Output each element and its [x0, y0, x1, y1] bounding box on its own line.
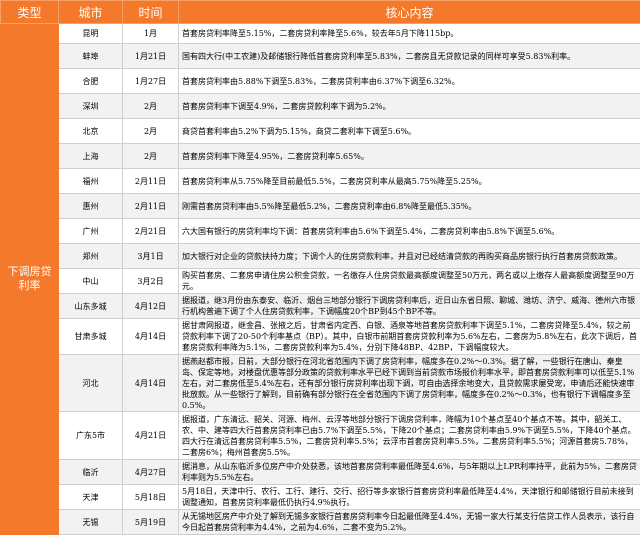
city-cell: 郑州 [59, 244, 123, 269]
content-cell: 5月18日，天津中行、农行、工行、建行、交行、招行等多家银行首套房贷利率最低降至… [179, 485, 640, 510]
content-cell: 据报道，继3月份由东泰安、临沂、烟台三地部分银行下调房贷利率后，近日山东省日照、… [179, 294, 640, 319]
time-cell: 5月18日 [123, 485, 179, 510]
content-cell: 刚需首套房贷利率由5.5%降至最低5.2%，二套房贷利率由6.8%降至最低5.3… [179, 194, 640, 219]
time-cell: 2月 [123, 119, 179, 144]
city-cell: 山东多城 [59, 294, 123, 319]
time-cell: 4月12日 [123, 294, 179, 319]
time-cell: 4月21日 [123, 412, 179, 460]
time-cell: 2月11日 [123, 169, 179, 194]
time-cell: 2月 [123, 144, 179, 169]
content-cell: 首套房贷利率从5.75%降至目前最低5.5%，二套房贷利率从最高5.75%降至5… [179, 169, 640, 194]
header-type: 类型 [1, 1, 59, 24]
city-cell: 广东5市 [59, 412, 123, 460]
city-cell: 广州 [59, 219, 123, 244]
table-row: 深圳 2月 首套房贷利率下调至4.9%，二套房贷款利率下调为5.2%。 [1, 94, 640, 119]
table-body: 下调房贷利率 昆明 1月 首套房贷利率降至5.15%，二套房贷利率降至5.6%，… [1, 24, 640, 535]
table-row: 下调房贷利率 昆明 1月 首套房贷利率降至5.15%，二套房贷利率降至5.6%，… [1, 24, 640, 44]
content-cell: 据消息，从山东临沂多位房产中介处获悉，该地首套房贷利率最低降至4.6%，与5年期… [179, 460, 640, 485]
content-cell: 商贷首套利率由5.2%下调为5.15%，商贷二套利率下调至5.6%。 [179, 119, 640, 144]
content-cell: 据甘肃网报道，继金昌、张掖之后，甘肃省内定西、白银、酒泉等地首套房贷款利率下调至… [179, 319, 640, 355]
city-cell: 河北 [59, 355, 123, 412]
city-cell: 甘肃多城 [59, 319, 123, 355]
table-row: 合肥 1月27日 首套房贷利率由5.88%下调至5.83%，二套房贷利率由6.3… [1, 69, 640, 94]
table-row: 北京 2月 商贷首套利率由5.2%下调为5.15%，商贷二套利率下调至5.6%。 [1, 119, 640, 144]
city-cell: 合肥 [59, 69, 123, 94]
city-cell: 昆明 [59, 24, 123, 44]
content-cell: 首套房贷利率下调至4.9%，二套房贷款利率下调为5.2%。 [179, 94, 640, 119]
city-cell: 临沂 [59, 460, 123, 485]
time-cell: 1月21日 [123, 44, 179, 69]
city-cell: 无锡 [59, 510, 123, 535]
content-cell: 从无锡地区房产中介处了解到无锡多家银行首套房贷利率今日起最低降至4.4%，无锡一… [179, 510, 640, 535]
city-cell: 上海 [59, 144, 123, 169]
table-row: 郑州 3月1日 加大银行对企业的贷款扶持力度；下调个人的住房贷款利率，并且对已经… [1, 244, 640, 269]
table-row: 广州 2月21日 六大国有银行的房贷利率均下调：首套房贷利率由5.6%下调至5.… [1, 219, 640, 244]
content-cell: 据报道，广东清远、韶关、河源、梅州、云浮等地部分银行下调房贷利率，降幅为10个基… [179, 412, 640, 460]
time-cell: 2月 [123, 94, 179, 119]
content-cell: 六大国有银行的房贷利率均下调：首套房贷利率由5.6%下调至5.4%，二套房贷利率… [179, 219, 640, 244]
table-row: 无锡 5月19日 从无锡地区房产中介处了解到无锡多家银行首套房贷利率今日起最低降… [1, 510, 640, 535]
table-row: 甘肃多城 4月14日 据甘肃网报道，继金昌、张掖之后，甘肃省内定西、白银、酒泉等… [1, 319, 640, 355]
table-row: 惠州 2月11日 刚需首套房贷利率由5.5%降至最低5.2%，二套房贷利率由6.… [1, 194, 640, 219]
header-content: 核心内容 [179, 1, 640, 24]
time-cell: 5月19日 [123, 510, 179, 535]
mortgage-rate-table: 类型 城市 时间 核心内容 下调房贷利率 昆明 1月 首套房贷利率降至5.15%… [0, 0, 640, 535]
content-cell: 购买首套房、二套房申请住房公积金贷款，一名缴存人住房贷款最高额度调整至50万元，… [179, 269, 640, 294]
table-row: 山东多城 4月12日 据报道，继3月份由东泰安、临沂、烟台三地部分银行下调房贷利… [1, 294, 640, 319]
content-cell: 首套房贷利率由5.88%下调至5.83%，二套房贷利率由6.37%下调至6.32… [179, 69, 640, 94]
city-cell: 福州 [59, 169, 123, 194]
table-row: 河北 4月14日 据燕赵都市报，日前，大部分银行在河北省范围内下调了房贷利率，幅… [1, 355, 640, 412]
time-cell: 1月27日 [123, 69, 179, 94]
content-cell: 首套房贷利率降至5.15%，二套房贷利率降至5.6%，较去年5月下降115bp。 [179, 24, 640, 44]
city-cell: 北京 [59, 119, 123, 144]
table-row: 临沂 4月27日 据消息，从山东临沂多位房产中介处获悉，该地首套房贷利率最低降至… [1, 460, 640, 485]
city-cell: 惠州 [59, 194, 123, 219]
time-cell: 4月27日 [123, 460, 179, 485]
table-row: 蚌埠 1月21日 国有四大行(中工农建)及邮储银行降低首套房贷利率至5.83%，… [1, 44, 640, 69]
time-cell: 3月2日 [123, 269, 179, 294]
time-cell: 2月21日 [123, 219, 179, 244]
table-row: 福州 2月11日 首套房贷利率从5.75%降至目前最低5.5%，二套房贷利率从最… [1, 169, 640, 194]
city-cell: 深圳 [59, 94, 123, 119]
header-time: 时间 [123, 1, 179, 24]
city-cell: 蚌埠 [59, 44, 123, 69]
time-cell: 4月14日 [123, 319, 179, 355]
header-city: 城市 [59, 1, 123, 24]
content-cell: 国有四大行(中工农建)及邮储银行降低首套房贷利率至5.83%，二套房且无贷款记录… [179, 44, 640, 69]
city-cell: 天津 [59, 485, 123, 510]
table-header-row: 类型 城市 时间 核心内容 [1, 1, 640, 24]
time-cell: 2月11日 [123, 194, 179, 219]
content-cell: 加大银行对企业的贷款扶持力度；下调个人的住房贷款利率，并且对已经结清贷款的再购买… [179, 244, 640, 269]
table-row: 上海 2月 首套房贷利率下降至4.95%，二套房贷利率5.65%。 [1, 144, 640, 169]
content-cell: 首套房贷利率下降至4.95%，二套房贷利率5.65%。 [179, 144, 640, 169]
time-cell: 3月1日 [123, 244, 179, 269]
time-cell: 4月14日 [123, 355, 179, 412]
city-cell: 中山 [59, 269, 123, 294]
type-cell: 下调房贷利率 [1, 24, 59, 535]
table-row: 广东5市 4月21日 据报道，广东清远、韶关、河源、梅州、云浮等地部分银行下调房… [1, 412, 640, 460]
time-cell: 1月 [123, 24, 179, 44]
content-cell: 据燕赵都市报，日前，大部分银行在河北省范围内下调了房贷利率，幅度多在0.2%～0… [179, 355, 640, 412]
table-row: 中山 3月2日 购买首套房、二套房申请住房公积金贷款，一名缴存人住房贷款最高额度… [1, 269, 640, 294]
table-row: 天津 5月18日 5月18日，天津中行、农行、工行、建行、交行、招行等多家银行首… [1, 485, 640, 510]
